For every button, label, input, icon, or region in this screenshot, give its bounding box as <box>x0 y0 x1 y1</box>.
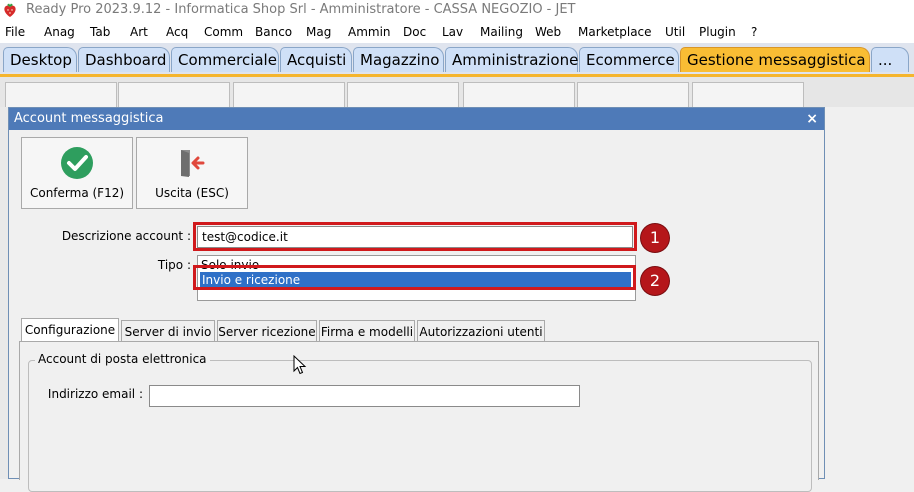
background-toolbar-button <box>5 82 117 110</box>
menu-file[interactable]: File <box>5 25 25 39</box>
mouse-pointer-icon <box>293 355 307 375</box>
background-toolbar-button <box>233 82 345 110</box>
window-titlebar: Ready Pro 2023.9.12 - Informatica Shop S… <box>0 0 914 22</box>
menu-banco[interactable]: Banco <box>255 25 292 39</box>
exit-button[interactable]: Uscita (ESC) <box>136 137 248 209</box>
tab-firma-e-modelli[interactable]: Firma e modelli <box>319 320 415 342</box>
description-label: Descrizione account : <box>61 229 191 243</box>
menu-mag[interactable]: Mag <box>306 25 331 39</box>
checkmark-circle-icon <box>61 147 93 179</box>
tab-magazzino[interactable]: Magazzino <box>353 47 444 72</box>
menu-mailing[interactable]: Mailing <box>480 25 523 39</box>
exit-button-label: Uscita (ESC) <box>155 186 229 200</box>
background-toolbar-button <box>347 82 459 110</box>
tab-ecommerce[interactable]: Ecommerce <box>579 47 679 72</box>
email-label: Indirizzo email : <box>47 387 143 401</box>
tab-configurazione[interactable]: Configurazione <box>21 318 119 343</box>
annotation-box-1 <box>193 222 637 251</box>
configuration-panel: Account di posta elettronica Indirizzo e… <box>19 341 819 492</box>
strawberry-icon <box>4 3 16 17</box>
type-label: Tipo : <box>157 258 191 272</box>
email-account-group: Account di posta elettronica Indirizzo e… <box>28 352 812 492</box>
tab-autorizzazioni-utenti[interactable]: Autorizzazioni utenti <box>417 320 545 342</box>
menu-comm[interactable]: Comm <box>204 25 243 39</box>
tab-server-di-invio[interactable]: Server di invio <box>121 320 215 342</box>
group-title: Account di posta elettronica <box>35 352 210 366</box>
background-area <box>826 107 914 479</box>
tab-more[interactable]: ... <box>871 47 909 72</box>
tab-desktop[interactable]: Desktop <box>3 47 77 72</box>
menu-marketplace[interactable]: Marketplace <box>578 25 652 39</box>
menu-acq[interactable]: Acq <box>166 25 188 39</box>
main-tab-bar: Desktop Dashboard Commerciale Acquisti M… <box>0 43 914 77</box>
annotation-badge-2: 2 <box>641 267 669 295</box>
tab-acquisti[interactable]: Acquisti <box>280 47 352 72</box>
window-title: Ready Pro 2023.9.12 - Informatica Shop S… <box>26 2 576 17</box>
menu-art[interactable]: Art <box>130 25 148 39</box>
menu-help[interactable]: ? <box>751 25 757 39</box>
confirm-button[interactable]: Conferma (F12) <box>21 137 133 209</box>
menu-ammin[interactable]: Ammin <box>348 25 391 39</box>
account-dialog: Account messaggistica × Conferma (F12) U… <box>8 107 825 492</box>
confirm-button-label: Conferma (F12) <box>29 186 125 200</box>
tab-gestione-messaggistica[interactable]: Gestione messaggistica <box>680 47 870 72</box>
menu-web[interactable]: Web <box>535 25 561 39</box>
background-toolbar-button <box>577 82 689 110</box>
tab-commerciale[interactable]: Commerciale <box>171 47 279 72</box>
dialog-title: Account messaggistica <box>14 111 164 126</box>
menu-lav[interactable]: Lav <box>442 25 463 39</box>
email-input[interactable] <box>149 385 580 407</box>
tab-server-ricezione[interactable]: Server ricezione <box>217 320 317 342</box>
menu-anag[interactable]: Anag <box>44 25 75 39</box>
menu-util[interactable]: Util <box>665 25 685 39</box>
background-toolbar-button <box>118 82 230 110</box>
close-icon[interactable]: × <box>806 108 818 130</box>
dialog-titlebar: Account messaggistica × <box>9 108 824 130</box>
menu-bar: File Anag Tab Art Acq Comm Banco Mag Amm… <box>0 22 914 43</box>
tab-amministrazione[interactable]: Amministrazione <box>445 47 578 72</box>
annotation-box-2 <box>193 265 636 290</box>
tab-dashboard[interactable]: Dashboard <box>78 47 170 72</box>
menu-plugin[interactable]: Plugin <box>699 25 736 39</box>
door-exit-icon <box>181 150 205 177</box>
background-toolbar-button <box>463 82 575 110</box>
background-toolbar-button <box>692 82 804 110</box>
menu-doc[interactable]: Doc <box>403 25 426 39</box>
annotation-badge-1: 1 <box>641 224 669 252</box>
menu-tab[interactable]: Tab <box>90 25 110 39</box>
